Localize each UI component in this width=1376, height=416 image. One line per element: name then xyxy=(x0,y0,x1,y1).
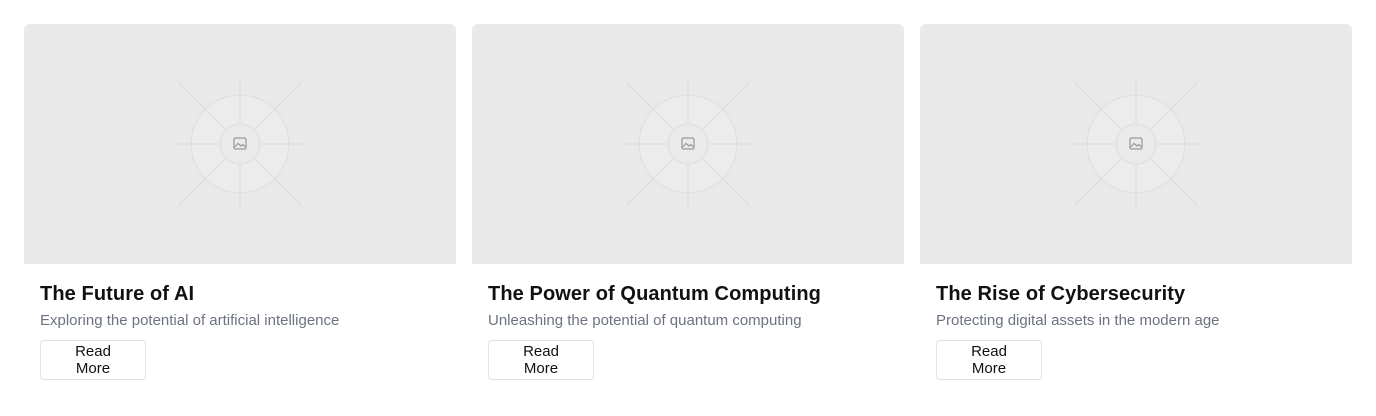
article-card: The Rise of Cybersecurity Protecting dig… xyxy=(920,24,1352,392)
card-image-placeholder xyxy=(472,24,904,264)
image-placeholder-icon xyxy=(176,80,304,208)
card-image-placeholder xyxy=(920,24,1352,264)
card-title: The Future of AI xyxy=(40,283,195,305)
read-more-button[interactable]: Read More xyxy=(936,340,1042,380)
article-card: The Future of AI Exploring the potential… xyxy=(24,24,456,392)
article-card: The Power of Quantum Computing Unleashin… xyxy=(472,24,904,392)
card-description: Protecting digital assets in the modern … xyxy=(936,312,1220,329)
image-placeholder-icon xyxy=(624,80,752,208)
card-description: Exploring the potential of artificial in… xyxy=(40,312,340,329)
card-image-placeholder xyxy=(24,24,456,264)
image-placeholder-icon xyxy=(1072,80,1200,208)
card-description: Unleashing the potential of quantum comp… xyxy=(488,312,802,329)
card-title: The Rise of Cybersecurity xyxy=(936,283,1186,305)
read-more-button[interactable]: Read More xyxy=(40,340,146,380)
read-more-button[interactable]: Read More xyxy=(488,340,594,380)
card-grid: The Future of AI Exploring the potential… xyxy=(24,24,1352,392)
card-title: The Power of Quantum Computing xyxy=(488,283,821,305)
